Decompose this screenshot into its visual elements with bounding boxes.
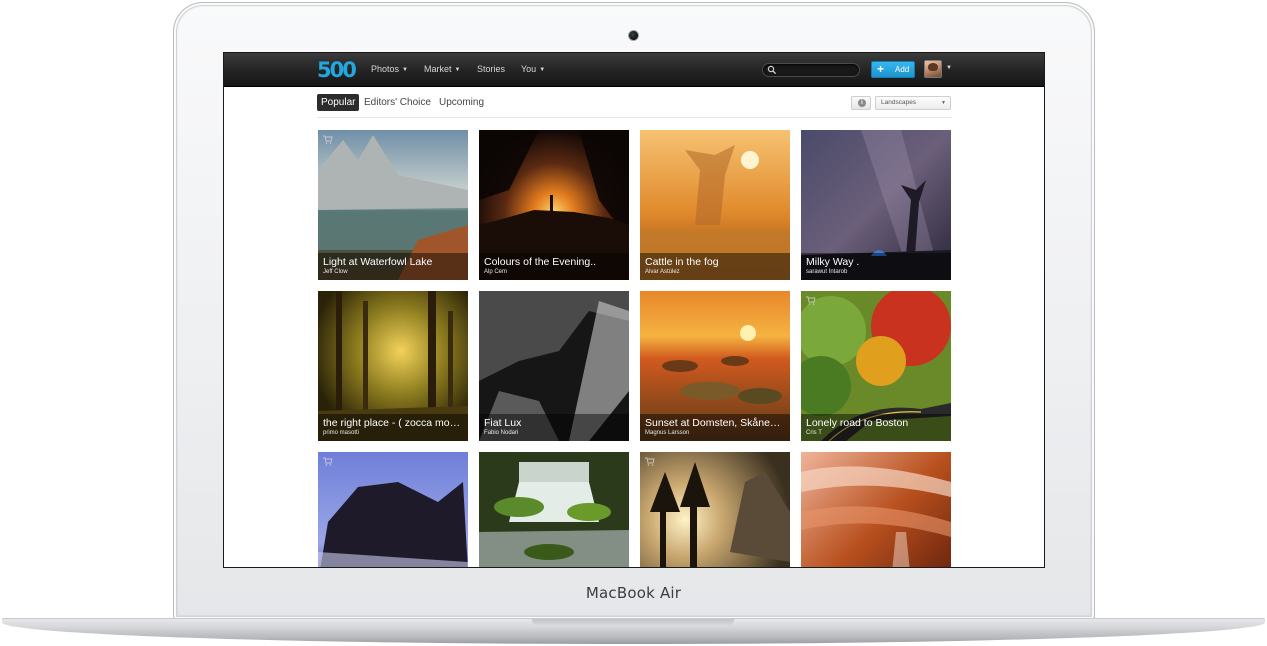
cart-icon bbox=[323, 135, 333, 144]
photo-tile[interactable]: Fiat Lux Fabio Nodari bbox=[479, 291, 629, 441]
photo-title: Fiat Lux bbox=[484, 417, 522, 429]
laptop-opening-notch bbox=[532, 619, 734, 627]
macbook-mockup: 500 Photos ▼ Market ▼ Stories You ▼ + Add bbox=[0, 0, 1267, 646]
photo-tile[interactable] bbox=[801, 452, 951, 567]
chevron-down-icon: ▼ bbox=[539, 67, 546, 73]
nav-label: Market bbox=[424, 64, 452, 74]
photo-tile[interactable]: Colours of the Evening.. Alp Cem bbox=[479, 130, 629, 280]
plus-icon: + bbox=[877, 62, 885, 76]
divider bbox=[317, 117, 952, 118]
nav-label: You bbox=[521, 64, 537, 74]
cart-icon bbox=[806, 296, 816, 305]
photo-thumbnail bbox=[318, 452, 468, 567]
photo-author: Alp Cem bbox=[484, 269, 508, 275]
nav-photos[interactable]: Photos ▼ bbox=[371, 64, 408, 74]
avatar[interactable] bbox=[924, 60, 942, 78]
photo-tile[interactable]: Milky Way . sarawut Intarob bbox=[801, 130, 951, 280]
photo-caption: Sunset at Domsten, Skåne… Magnus Larsson bbox=[640, 414, 790, 441]
tab-popular[interactable]: Popular bbox=[317, 94, 360, 111]
photo-caption: Fiat Lux Fabio Nodari bbox=[479, 414, 629, 441]
info-icon: i bbox=[858, 99, 866, 107]
chevron-down-icon: ▼ bbox=[454, 67, 461, 73]
chevron-down-icon: ▼ bbox=[941, 100, 946, 106]
photo-author: Magnus Larsson bbox=[645, 430, 690, 436]
tab-editors-choice[interactable]: Editors' Choice bbox=[360, 94, 435, 111]
photo-tile[interactable]: the right place - ( zocca mo… primo maso… bbox=[318, 291, 468, 441]
camera-icon bbox=[628, 30, 639, 41]
photo-title: Light at Waterfowl Lake bbox=[323, 256, 433, 268]
add-button-label: Add bbox=[895, 65, 910, 74]
cart-icon bbox=[323, 457, 333, 466]
photo-tile[interactable] bbox=[640, 452, 790, 567]
search-icon bbox=[767, 65, 777, 75]
photo-filter-bar: Popular Editors' Choice Upcoming i Lands… bbox=[317, 94, 952, 114]
nav-you[interactable]: You ▼ bbox=[521, 64, 545, 74]
photo-title: Lonely road to Boston bbox=[806, 417, 909, 429]
photo-thumbnail bbox=[479, 452, 629, 567]
photo-title: Cattle in the fog bbox=[645, 256, 719, 268]
photo-thumbnail bbox=[801, 452, 951, 567]
tab-upcoming[interactable]: Upcoming bbox=[435, 94, 488, 111]
nav-label: Stories bbox=[477, 64, 506, 74]
photo-caption: the right place - ( zocca mo… primo maso… bbox=[318, 414, 468, 441]
cart-icon bbox=[645, 457, 655, 466]
photo-title: Milky Way . bbox=[806, 256, 860, 268]
add-photo-button[interactable]: + Add bbox=[871, 61, 915, 78]
photo-author: Fabio Nodari bbox=[484, 430, 519, 436]
nav-label: Photos bbox=[371, 64, 400, 74]
photo-author: Alvar Astúlez bbox=[645, 269, 680, 275]
chevron-down-icon[interactable]: ▼ bbox=[946, 65, 952, 71]
photo-author: sarawut Intarob bbox=[806, 269, 848, 275]
photo-caption: Lonely road to Boston Cris T bbox=[801, 414, 951, 441]
browser-screen: 500 Photos ▼ Market ▼ Stories You ▼ + Add bbox=[223, 52, 1045, 568]
photo-caption: Colours of the Evening.. Alp Cem bbox=[479, 253, 629, 280]
info-button[interactable]: i bbox=[851, 96, 871, 110]
photo-title: Sunset at Domsten, Skåne… bbox=[645, 417, 781, 429]
top-navigation-bar: 500 Photos ▼ Market ▼ Stories You ▼ + Add bbox=[224, 53, 1044, 87]
photo-tile[interactable] bbox=[318, 452, 468, 567]
photo-author: Jeff Clow bbox=[323, 269, 348, 275]
photo-tile[interactable]: Sunset at Domsten, Skåne… Magnus Larsson bbox=[640, 291, 790, 441]
site-logo[interactable]: 500 bbox=[317, 58, 357, 82]
photo-author: Cris T bbox=[806, 430, 822, 436]
photo-title: Colours of the Evening.. bbox=[484, 256, 597, 268]
device-brand-label: MacBook Air bbox=[585, 584, 682, 602]
category-select[interactable]: Landscapes ▼ bbox=[875, 96, 951, 110]
nav-stories[interactable]: Stories bbox=[477, 64, 505, 74]
photo-caption: Cattle in the fog Alvar Astúlez bbox=[640, 253, 790, 280]
chevron-down-icon: ▼ bbox=[402, 67, 408, 73]
photo-tile[interactable] bbox=[479, 452, 629, 567]
photo-caption: Light at Waterfowl Lake Jeff Clow bbox=[318, 253, 468, 280]
photo-caption: Milky Way . sarawut Intarob bbox=[801, 253, 951, 280]
photo-author: primo masotti bbox=[323, 430, 360, 436]
photo-tile[interactable]: Light at Waterfowl Lake Jeff Clow bbox=[318, 130, 468, 280]
photo-thumbnail bbox=[640, 452, 790, 567]
category-value: Landscapes bbox=[881, 99, 917, 106]
nav-market[interactable]: Market ▼ bbox=[424, 64, 460, 74]
photo-tile[interactable]: Lonely road to Boston Cris T bbox=[801, 291, 951, 441]
photo-title: the right place - ( zocca mo… bbox=[323, 417, 461, 429]
photo-tile[interactable]: Cattle in the fog Alvar Astúlez bbox=[640, 130, 790, 280]
